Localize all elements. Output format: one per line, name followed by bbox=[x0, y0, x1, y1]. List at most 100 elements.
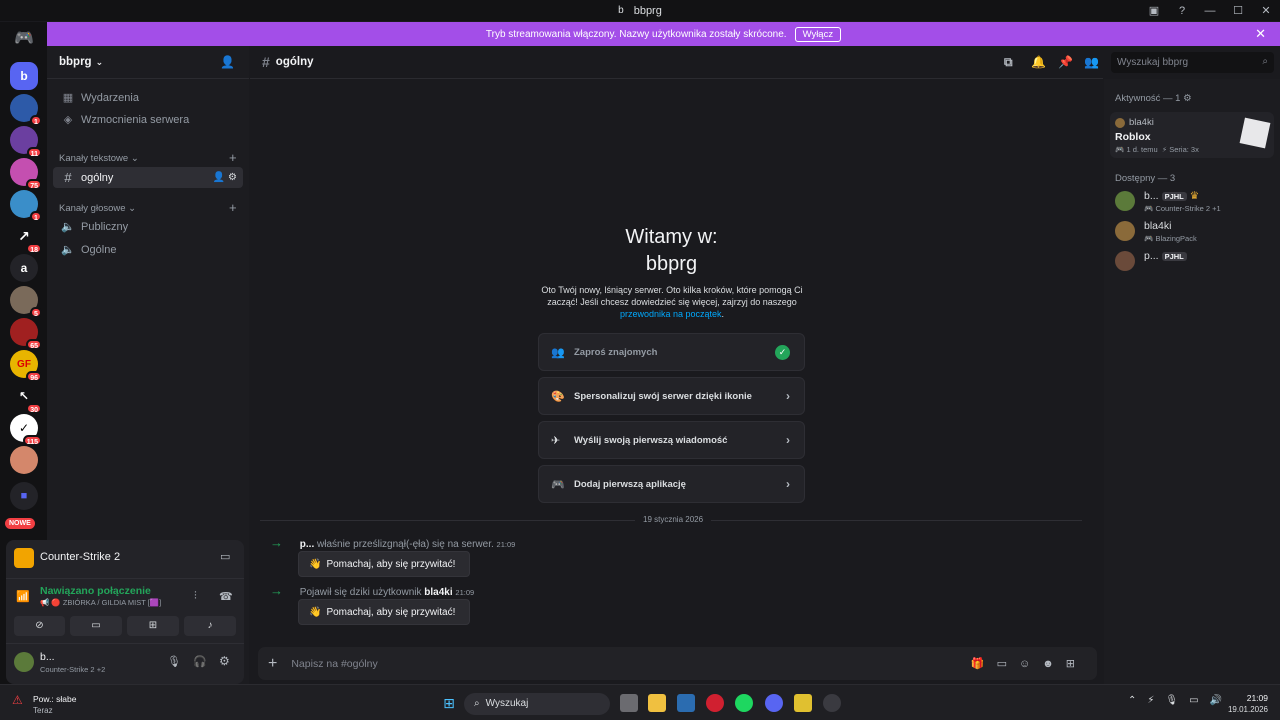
server-icon[interactable]: ✓ 115 bbox=[10, 414, 42, 446]
window-titlebar: b bbprg bbox=[0, 0, 1280, 21]
microphone-icon[interactable]: 🎙 bbox=[167, 655, 181, 668]
invite-user-icon[interactable]: 👤 bbox=[220, 55, 235, 69]
banner-text: Tryb streamowania włączony. Nazwy użytko… bbox=[485, 28, 787, 40]
disable-streaming-button[interactable]: Wyłącz bbox=[794, 26, 842, 42]
app-icon[interactable] bbox=[823, 694, 841, 712]
server-icon[interactable]: ↖ 30 bbox=[10, 382, 42, 414]
screen-share-icon[interactable]: ▭ bbox=[220, 550, 230, 563]
events-item[interactable]: ▦ Wydarzenia bbox=[53, 87, 243, 108]
headphones-icon[interactable]: 🎧 bbox=[193, 655, 207, 668]
member-list-icon[interactable]: 👥 bbox=[1084, 55, 1099, 69]
help-icon[interactable]: ? bbox=[1168, 5, 1196, 17]
store-icon[interactable] bbox=[677, 694, 695, 712]
activities-button[interactable]: ⊞ bbox=[127, 616, 179, 636]
server-icon[interactable]: a bbox=[10, 254, 38, 282]
new-badge: NOWE bbox=[5, 518, 35, 529]
server-icon[interactable]: 65 bbox=[10, 318, 42, 350]
search-icon: ⌕ bbox=[474, 698, 480, 709]
taskbar-search[interactable]: ⌕ Wyszukaj bbox=[464, 693, 610, 715]
noise-icon[interactable]: ⫶ bbox=[194, 590, 197, 603]
calendar-icon: ▦ bbox=[62, 92, 74, 104]
voice-channels-category[interactable]: Kanały głosowe ⌄ + bbox=[59, 200, 237, 215]
game-icon bbox=[14, 548, 34, 568]
voice-channel-name: 📢 🔴 ZBIÓRKA / GILDIA MIST [🟪] bbox=[40, 598, 162, 607]
bell-icon[interactable]: 🔔 bbox=[1031, 55, 1046, 69]
add-channel-icon[interactable]: + bbox=[229, 200, 237, 215]
server-icon[interactable]: 11 bbox=[10, 126, 42, 158]
voice-channel-ogolne[interactable]: 🔈 Ogólne bbox=[53, 239, 243, 260]
chat-area: # ogólny ⧉ 🔔 📌 👥 Witamy w: bbprg Oto Twó… bbox=[250, 46, 1103, 684]
hash-icon: # bbox=[64, 170, 72, 185]
welcome-line-1: Witamy w: bbox=[625, 226, 718, 248]
date-divider: 19 stycznia 2026 bbox=[635, 515, 712, 524]
task-view-icon[interactable] bbox=[620, 694, 638, 712]
chevron-right-icon: › bbox=[786, 389, 790, 403]
wave-button[interactable]: 👋 Pomachaj, aby się przywitać! bbox=[298, 551, 470, 577]
step-add-app[interactable]: 🎮 Dodaj pierwszą aplikację › bbox=[538, 465, 805, 503]
boost-icon: ◈ bbox=[63, 114, 73, 126]
send-icon: ✈ bbox=[551, 434, 561, 447]
avatar bbox=[1115, 118, 1125, 128]
wave-icon: 👋 bbox=[309, 558, 322, 570]
camera-button[interactable]: ⊘ bbox=[14, 616, 65, 636]
server-icon[interactable]: GF 96 bbox=[10, 350, 42, 382]
discord-icon[interactable] bbox=[765, 694, 783, 712]
share-screen-button[interactable]: ▭ bbox=[70, 616, 122, 636]
banner-close-icon[interactable]: ✕ bbox=[1255, 26, 1266, 42]
inbox-icon[interactable]: ▣ bbox=[1140, 4, 1168, 17]
server-header[interactable]: bbprg ⌄ 👤 bbox=[47, 46, 249, 79]
close-button[interactable]: ✕ bbox=[1252, 4, 1280, 17]
activity-card[interactable]: bla4ki Roblox 🎮 1 d. temu ⚡ Seria: 3x bbox=[1110, 112, 1274, 158]
minimize-button[interactable]: — bbox=[1196, 5, 1224, 17]
voice-channel-publiczny[interactable]: 🔈 Publiczny bbox=[53, 216, 243, 237]
windows-start-icon[interactable]: ⊞ bbox=[440, 694, 458, 712]
threads-icon[interactable]: ⧉ bbox=[1004, 55, 1013, 70]
avatar bbox=[1115, 251, 1135, 271]
text-channels-category[interactable]: Kanały tekstowe ⌄ + bbox=[59, 150, 237, 165]
system-tray-icons[interactable]: ⌃⚡🎙▭🔊 bbox=[1128, 695, 1233, 706]
guide-link[interactable]: przewodnika na początek bbox=[620, 309, 722, 319]
search-icon: ⌕ bbox=[1262, 56, 1268, 67]
wave-button[interactable]: 👋 Pomachaj, aby się przywitać! bbox=[298, 599, 470, 625]
user-status: Counter-Strike 2 +2 bbox=[40, 665, 106, 674]
folder-icon[interactable]: ■ bbox=[10, 482, 38, 510]
weather-icon[interactable]: ⚠ bbox=[12, 693, 23, 707]
server-icon[interactable]: ↗ 18 bbox=[10, 222, 42, 254]
step-invite-friends[interactable]: 👥 Zaproś znajomych ✓ bbox=[538, 333, 805, 371]
voice-status: Nawiązano połączenie bbox=[40, 585, 151, 597]
server-icon[interactable]: 75 bbox=[10, 158, 42, 190]
message-input[interactable]: + Napisz na #ogólny 🎁▭☺☻⊞ bbox=[258, 647, 1097, 680]
join-message: → p... właśnie prześlizgnął(-ęła) się na… bbox=[270, 535, 516, 550]
server-search-input[interactable]: Wyszukaj bbprg ⌕ bbox=[1111, 52, 1274, 73]
step-personalize-icon[interactable]: 🎨 Spersonalizuj swój serwer dzięki ikonie… bbox=[538, 377, 805, 415]
user-settings-icon[interactable]: ⚙ bbox=[219, 654, 230, 668]
channel-settings-icon[interactable]: 👤 ⚙ bbox=[213, 172, 237, 183]
app-icon[interactable] bbox=[794, 694, 812, 712]
pin-icon[interactable]: 📌 bbox=[1058, 55, 1073, 69]
server-icon[interactable] bbox=[10, 446, 38, 474]
spotify-icon[interactable] bbox=[735, 694, 753, 712]
server-icon[interactable]: 1 bbox=[10, 94, 42, 126]
add-channel-icon[interactable]: + bbox=[229, 150, 237, 165]
member-row[interactable]: b... PJHL ♛ 🎮 Counter-Strike 2 +1 bbox=[1115, 189, 1275, 215]
activity-header: Aktywność — 1 ⚙ bbox=[1115, 93, 1192, 104]
boosts-item[interactable]: ◈ Wzmocnienia serwera bbox=[53, 109, 243, 130]
composer-tools-icons[interactable]: 🎁▭☺☻⊞ bbox=[971, 657, 1087, 670]
server-icon[interactable]: 5 bbox=[10, 286, 42, 318]
step-first-message[interactable]: ✈ Wyślij swoją pierwszą wiadomość › bbox=[538, 421, 805, 459]
opera-icon[interactable] bbox=[706, 694, 724, 712]
server-icon[interactable]: 1 bbox=[10, 190, 42, 222]
soundboard-button[interactable]: ♪ bbox=[184, 616, 236, 636]
server-icon-bbprg[interactable]: b bbox=[10, 62, 38, 90]
attach-plus-icon[interactable]: + bbox=[268, 655, 277, 673]
avatar[interactable] bbox=[14, 652, 34, 672]
file-explorer-icon[interactable] bbox=[648, 694, 666, 712]
disconnect-icon[interactable]: ☎ bbox=[219, 590, 233, 603]
maximize-button[interactable]: ☐ bbox=[1224, 4, 1252, 17]
discord-home-icon[interactable]: 🎮 bbox=[10, 24, 38, 52]
window-title: bbprg bbox=[633, 4, 662, 17]
member-row[interactable]: p... PJHL bbox=[1115, 249, 1275, 275]
channel-ogolny[interactable]: # ogólny 👤 ⚙ bbox=[53, 167, 243, 188]
user-name: b... bbox=[40, 651, 55, 663]
member-row[interactable]: bla4ki 🎮 BlazingPack bbox=[1115, 219, 1275, 245]
